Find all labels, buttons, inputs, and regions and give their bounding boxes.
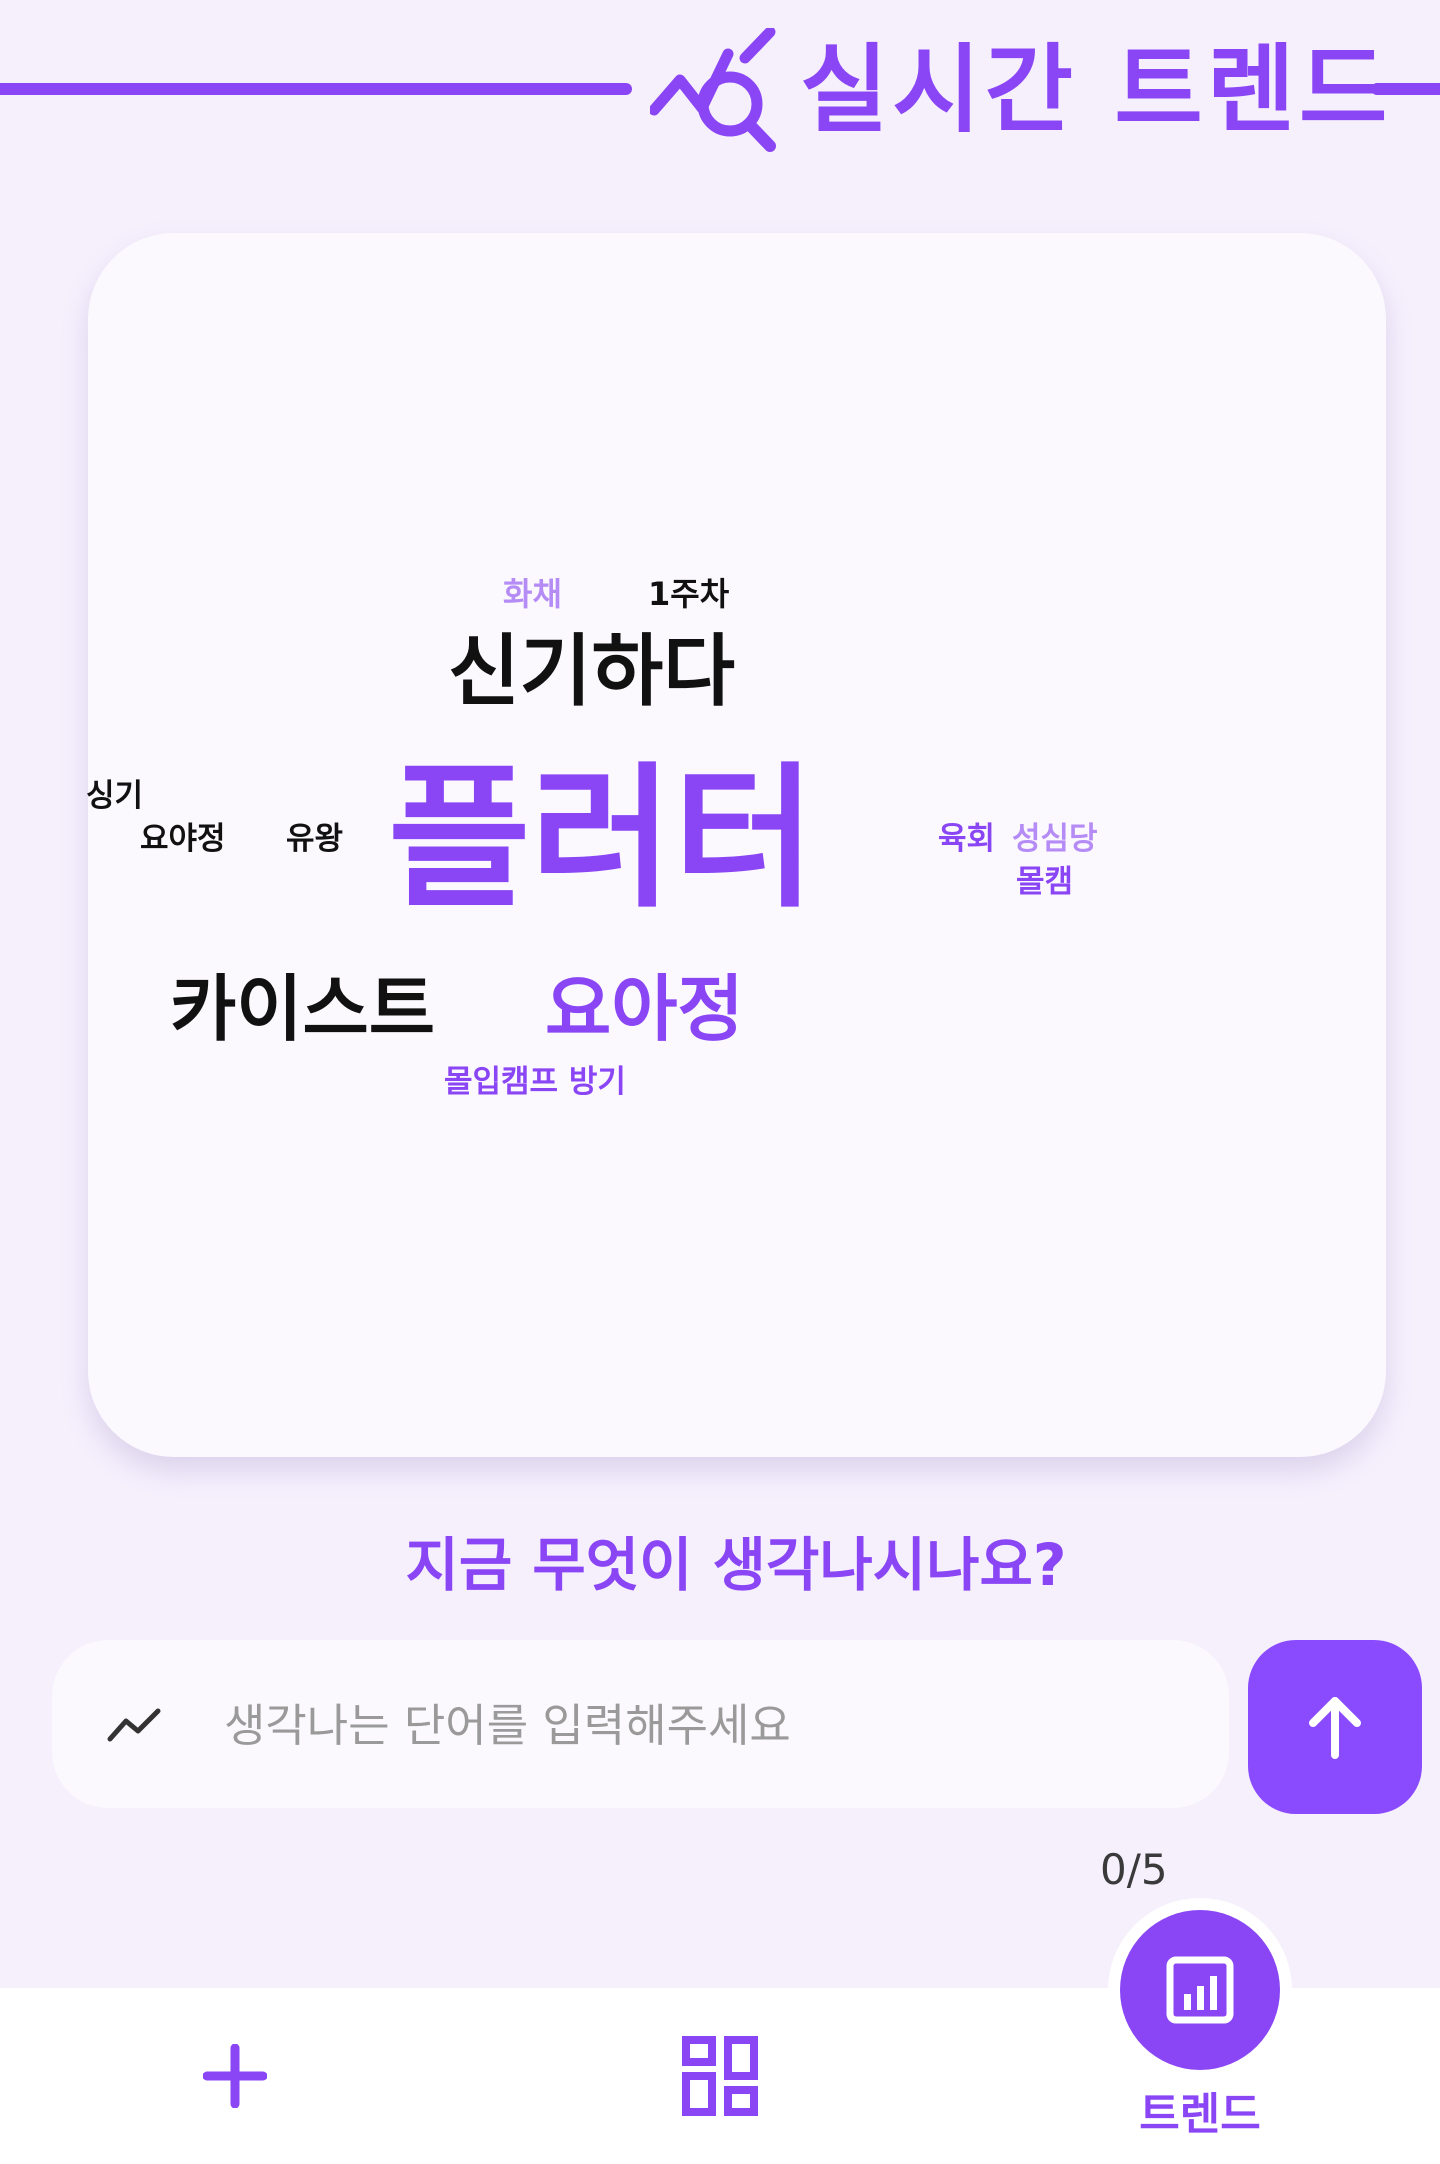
boards-icon[interactable] [682,2036,758,2116]
cloud-word: 요아정 [545,967,744,1051]
header-divider-right [1371,83,1440,95]
cloud-word: 카이스트 [170,967,435,1051]
cloud-word: 몰입캠프 방기 [444,1064,626,1100]
trend-line-icon [107,1708,161,1742]
cloud-word: 플러터 [388,748,816,929]
nav-item-trend[interactable] [1120,1910,1280,2070]
cloud-word: 1주차 [648,575,730,613]
cloud-word: 몰캠 [1016,864,1074,900]
cloud-word: 성심당 [1012,821,1098,857]
word-cloud-card: 화채 1주차 신기하다 싱기 요야정 유왕 플러터 육회 성심당 몰캠 카이스트… [86,233,1386,1457]
bar-chart-icon [1166,1956,1234,2024]
cloud-word: 신기하다 [448,627,736,717]
arrow-up-icon [1309,1697,1361,1759]
page-title: 실시간 트렌드 [800,34,1392,146]
send-button[interactable] [1248,1640,1422,1814]
cloud-word: 요야정 [140,821,226,857]
cloud-word: 화채 [503,575,562,613]
cloud-word: 싱기 [86,778,144,814]
word-input[interactable] [222,1680,1186,1770]
plus-icon[interactable] [203,2044,267,2108]
prompt-question: 지금 무엇이 생각나시나요? [405,1531,1067,1599]
header-divider-left [0,83,632,95]
cloud-word: 육회 [938,821,996,857]
trend-search-icon [650,28,776,152]
cloud-word: 유왕 [286,821,344,857]
trend-page: 실시간 트렌드 화채 1주차 신기하다 싱기 요야정 유왕 플러터 육회 성심당… [0,0,1440,2164]
word-input-box[interactable] [52,1640,1229,1808]
input-counter: 0/5 [1100,1845,1168,1894]
nav-label-trend[interactable]: 트렌드 [1100,2078,1300,2142]
